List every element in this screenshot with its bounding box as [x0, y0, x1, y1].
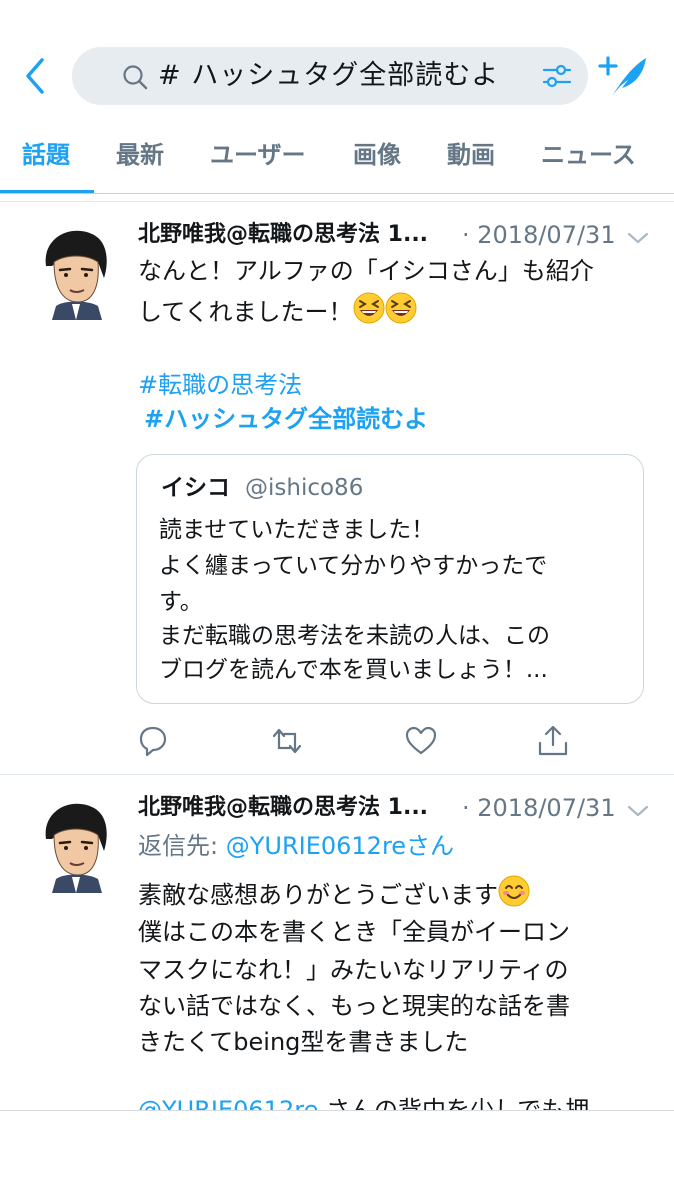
tweet-text-line: マスクになれ！」みたいなリアリティの — [138, 956, 569, 984]
tweet-text-line: ない話ではなく、もっと現実的な話を書 — [138, 992, 570, 1020]
tab-videos[interactable]: 動画 — [447, 140, 495, 170]
quoted-author-name: イシコ — [161, 475, 230, 501]
quoted-author-handle: @ishico86 — [245, 475, 364, 501]
quoted-text-line: す。 — [159, 589, 203, 615]
chevron-down-icon[interactable] — [626, 803, 650, 819]
chevron-left-icon — [26, 58, 44, 94]
tweet-date: · 2018/07/31 — [462, 794, 616, 822]
feather-plus-icon — [598, 56, 646, 96]
hashtag-link[interactable]: #転職の思考法 — [138, 366, 302, 404]
chevron-down-icon[interactable] — [626, 230, 650, 246]
tweet[interactable]: 北野唯我@転職の思考法 1... · 2018/07/31 なんと！アルファの「… — [0, 202, 674, 774]
back-button[interactable] — [18, 56, 54, 96]
divider — [0, 193, 674, 194]
divider — [0, 1110, 674, 1111]
grinning-squinting-face-icon — [385, 292, 417, 324]
search-query: # ハッシュタグ全部読むよ — [158, 60, 500, 91]
quoted-text-line: まだ転職の思考法を未読の人は、この — [159, 623, 550, 649]
tweet-date: · 2018/07/31 — [462, 221, 616, 249]
mention-link[interactable]: @YURIE0612re — [138, 1096, 318, 1110]
tab-news[interactable]: ニュース — [541, 140, 636, 170]
tweet-text-line: きたくてbeing型を書きました — [138, 1028, 469, 1056]
reply-context: 返信先: @YURIE0612reさん — [138, 827, 454, 865]
quoted-text-line: ブログを読んで本を買いましょう！... — [159, 657, 548, 683]
tab-users[interactable]: ユーザー — [210, 140, 306, 170]
share-icon[interactable] — [536, 724, 570, 758]
smiling-face-icon — [498, 875, 530, 907]
quoted-text-line: よく纏まっていて分かりやすかったで — [159, 553, 548, 579]
search-bar[interactable]: # ハッシュタグ全部読むよ — [72, 47, 588, 105]
grinning-squinting-face-icon — [353, 292, 385, 324]
tweet-text: してくれましたー！ — [138, 298, 353, 326]
filter-settings-icon[interactable] — [542, 62, 572, 90]
tweet-text-line: 素敵な感想ありがとうございます — [138, 875, 530, 914]
tab-trending[interactable]: 話題 — [22, 140, 70, 170]
tweet-author-name[interactable]: 北野唯我@転職の思考法 1... — [138, 220, 428, 250]
tweet[interactable]: 北野唯我@転職の思考法 1... · 2018/07/31 返信先: @YURI… — [0, 775, 674, 1110]
hashtag-link[interactable]: #ハッシュタグ全部読むよ — [144, 400, 428, 438]
tweet-text-line: @YURIE0612re さんの背中を少しでも押 — [138, 1091, 589, 1110]
tweet-text-line: してくれましたー！ — [138, 292, 417, 331]
search-tabs: 話題 最新 ユーザー 画像 動画 ニュース — [0, 128, 674, 194]
avatar[interactable] — [40, 799, 110, 893]
tab-images[interactable]: 画像 — [353, 140, 401, 170]
tweet-text: 素敵な感想ありがとうございます — [138, 881, 498, 909]
tweet-text-line: 僕はこの本を書くとき「全員がイーロン — [138, 918, 570, 946]
quoted-text-line: 読ませていただきました！ — [159, 517, 435, 543]
compose-tweet-button[interactable] — [598, 54, 650, 100]
tweet-text: さんの背中を少しでも押 — [318, 1096, 590, 1110]
tab-latest[interactable]: 最新 — [116, 140, 164, 170]
reply-icon[interactable] — [136, 724, 170, 758]
tweet-author-name[interactable]: 北野唯我@転職の思考法 1... — [138, 793, 428, 823]
tweet-text-line: なんと！アルファの「イシコさん」も紹介 — [138, 257, 594, 285]
quoted-tweet-card[interactable]: イシコ @ishico86 読ませていただきました！ よく纏まっていて分かりやす… — [136, 454, 644, 704]
reply-to-label: 返信先: — [138, 832, 226, 860]
like-heart-icon[interactable] — [404, 724, 438, 758]
avatar[interactable] — [40, 226, 110, 320]
reply-mention-link[interactable]: @YURIE0612reさん — [226, 832, 454, 860]
retweet-icon[interactable] — [270, 724, 304, 758]
search-icon — [123, 65, 148, 90]
